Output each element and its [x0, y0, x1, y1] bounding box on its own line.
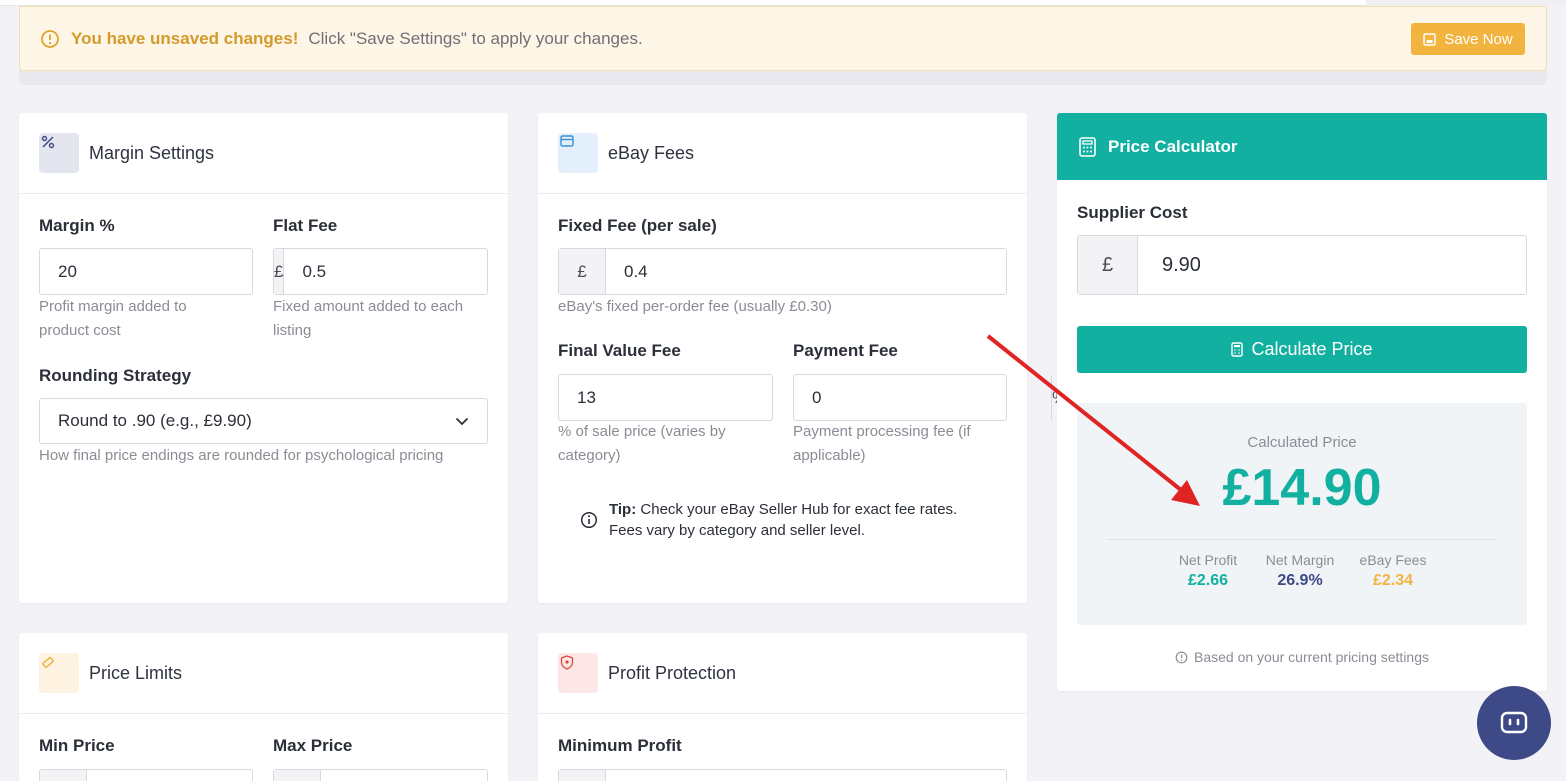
- chevron-down-icon: [455, 417, 469, 425]
- margin-settings-title: Margin Settings: [89, 142, 215, 163]
- divider: [1107, 539, 1497, 540]
- flat-fee-help: Fixed amount added to each listing: [273, 298, 464, 339]
- fixed-fee-help: eBay's fixed per-order fee (usually £0.3…: [558, 298, 832, 315]
- ebay-fees-stat: eBay Fees £2.34: [1347, 552, 1439, 590]
- ebay-fees-value: £2.34: [1372, 572, 1414, 589]
- margin-settings-card: Margin Settings Margin % % Profit margin…: [19, 113, 542, 603]
- net-profit-stat: Net Profit £2.66: [1163, 552, 1253, 590]
- fixed-fee-label: Fixed Fee (per sale): [558, 216, 717, 235]
- alert-message: Click "Save Settings" to apply your chan…: [308, 28, 643, 48]
- min-price-label: Min Price: [39, 736, 115, 755]
- save-now-label: Save Now: [1444, 30, 1513, 48]
- profit-protection-card: Profit Protection Minimum Profit: [538, 633, 1027, 781]
- fixed-fee-input[interactable]: [606, 249, 1006, 294]
- ebay-fees-title: eBay Fees: [608, 142, 695, 163]
- tip-text: Check your eBay Seller Hub for exact fee…: [609, 501, 958, 539]
- rounding-strategy-help: How final price endings are rounded for …: [39, 447, 444, 464]
- calculate-price-label: Calculate Price: [1251, 339, 1373, 359]
- margin-percent-label: Margin %: [39, 216, 115, 235]
- net-profit-value: £2.66: [1187, 572, 1229, 589]
- margin-percent-help: Profit margin added to product cost: [39, 298, 187, 339]
- pound-prefix: £: [559, 249, 606, 294]
- tag-icon: [39, 653, 79, 693]
- flat-fee-group: £: [273, 248, 542, 295]
- chat-bot-icon: [1500, 711, 1528, 734]
- final-value-fee-help: % of sale price (varies by category): [558, 423, 726, 464]
- calculator-icon: [1231, 342, 1244, 357]
- save-now-button[interactable]: Save Now: [1411, 23, 1525, 55]
- payment-fee-group: %: [793, 374, 1068, 421]
- credit-card-icon: [558, 133, 598, 173]
- minimum-profit-label: Minimum Profit: [558, 736, 682, 755]
- pound-prefix: [559, 770, 606, 781]
- net-margin-stat: Net Margin 26.9%: [1255, 552, 1345, 590]
- supplier-cost-input[interactable]: [1138, 236, 1526, 294]
- calculator-footnote: Based on your current pricing settings: [1057, 649, 1547, 665]
- alert-container: You have unsaved changes! Click "Save Se…: [19, 6, 1547, 85]
- final-value-fee-input[interactable]: [559, 375, 816, 420]
- ebay-fees-label: eBay Fees: [1359, 552, 1427, 568]
- info-circle-icon: [1175, 651, 1188, 663]
- max-price-group[interactable]: [273, 769, 488, 781]
- pound-prefix: [274, 770, 321, 781]
- pound-prefix: £: [1078, 236, 1138, 294]
- final-value-fee-group: %: [558, 374, 833, 421]
- flat-fee-input[interactable]: [284, 249, 542, 294]
- info-circle-icon: [41, 29, 59, 48]
- fee-tip: Tip: Check your eBay Seller Hub for exac…: [609, 499, 989, 541]
- payment-fee-label: Payment Fee: [793, 341, 898, 360]
- price-limits-card: Price Limits Min Price Max Price: [19, 633, 508, 781]
- price-limits-header: Price Limits: [19, 633, 508, 714]
- ebay-fees-card: eBay Fees Fixed Fee (per sale) £ eBay's …: [538, 113, 1068, 603]
- price-calculator-title: Price Calculator: [1108, 136, 1238, 156]
- supplier-cost-label: Supplier Cost: [1077, 203, 1188, 222]
- net-margin-label: Net Margin: [1265, 552, 1335, 568]
- save-icon: [1423, 32, 1437, 46]
- tip-label: Tip:: [609, 501, 637, 518]
- supplier-cost-group: £: [1077, 235, 1527, 295]
- profit-protection-header: Profit Protection: [538, 633, 1027, 714]
- chat-launcher-button[interactable]: [1477, 686, 1551, 760]
- annotation-arrow-icon: [986, 334, 1200, 506]
- unsaved-changes-alert: You have unsaved changes! Click "Save Se…: [19, 6, 1547, 71]
- final-value-fee-label: Final Value Fee: [558, 341, 681, 360]
- max-price-label: Max Price: [273, 736, 353, 755]
- profit-protection-title: Profit Protection: [608, 662, 737, 683]
- fixed-fee-group: £: [558, 248, 1007, 295]
- calculator-footnote-text: Based on your current pricing settings: [1193, 649, 1429, 665]
- payment-fee-help: Payment processing fee (if applicable): [793, 423, 971, 464]
- rounding-strategy-select[interactable]: Round to .90 (e.g., £9.90): [39, 398, 488, 444]
- calculator-icon: [1079, 136, 1096, 157]
- pound-prefix: £: [274, 249, 285, 294]
- price-limits-title: Price Limits: [89, 662, 183, 683]
- rounding-strategy-value: Round to .90 (e.g., £9.90): [58, 411, 252, 430]
- min-price-group[interactable]: [39, 769, 253, 781]
- price-calculator-header: Price Calculator: [1057, 113, 1547, 180]
- net-profit-label: Net Profit: [1178, 552, 1238, 568]
- ebay-fees-header: eBay Fees: [538, 113, 1027, 194]
- flat-fee-label: Flat Fee: [273, 216, 338, 235]
- pound-prefix: [40, 770, 87, 781]
- minimum-profit-group[interactable]: [558, 769, 1007, 781]
- margin-percent-input[interactable]: [40, 249, 297, 294]
- rounding-strategy-label: Rounding Strategy: [39, 366, 192, 385]
- shield-icon: [558, 653, 598, 693]
- margin-percent-group: %: [39, 248, 314, 295]
- net-margin-value: 26.9%: [1277, 572, 1323, 589]
- info-circle-icon: [580, 511, 598, 529]
- alert-heading: You have unsaved changes!: [71, 28, 299, 48]
- margin-settings-header: Margin Settings: [19, 113, 508, 194]
- percent-icon: [39, 133, 79, 173]
